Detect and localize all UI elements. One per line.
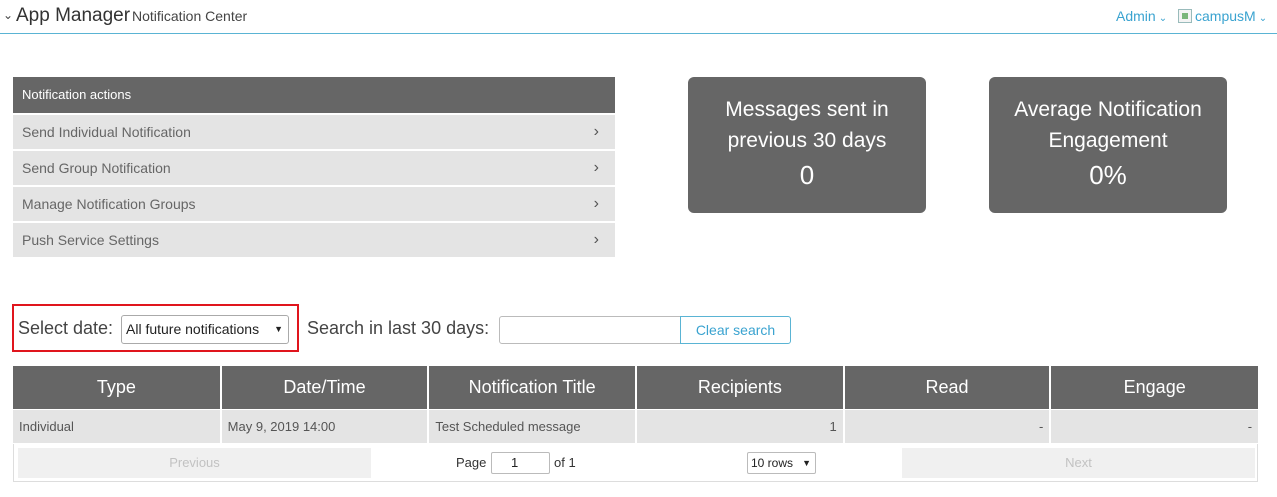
admin-label: Admin (1116, 8, 1156, 24)
table-row[interactable]: Individual May 9, 2019 14:00 Test Schedu… (13, 410, 1259, 443)
column-header-engage[interactable]: Engage (1051, 366, 1259, 409)
top-bar: ⌄ App Manager Notification Center Admin ⌄… (0, 0, 1277, 34)
cell-type: Individual (13, 410, 220, 443)
stat-label-line2: Engagement (1048, 129, 1168, 152)
campus-label: campusM (1195, 8, 1256, 24)
chevron-right-icon: › (593, 231, 599, 248)
broken-image-icon (1178, 9, 1192, 23)
cell-datetime: May 9, 2019 14:00 (221, 410, 428, 443)
stat-label: Messages sent in previous 30 days (688, 94, 926, 156)
page-subtitle: Notification Center (132, 8, 248, 24)
campus-menu[interactable]: campusM ⌄ (1178, 8, 1267, 24)
cell-engage: - (1051, 410, 1259, 443)
chevron-down-icon: ⌄ (1258, 13, 1268, 24)
chevron-right-icon: › (593, 159, 599, 176)
table-header: Type Date/Time Notification Title Recipi… (13, 366, 1259, 409)
action-label: Push Service Settings (22, 232, 159, 248)
app-title[interactable]: App Manager (16, 5, 130, 27)
notification-actions-heading: Notification actions (13, 77, 615, 113)
select-date-value: All future notifications (126, 321, 260, 337)
previous-button[interactable]: Previous (18, 448, 371, 478)
notifications-table: Type Date/Time Notification Title Recipi… (13, 366, 1259, 443)
search-input[interactable] (499, 316, 681, 344)
chevron-right-icon: › (593, 123, 599, 140)
chevron-down-icon: ⌄ (1158, 13, 1168, 24)
pagination-bar: Previous Page 1 of 1 10 rows ▼ Next (13, 444, 1258, 482)
stat-label-line2: previous 30 days (727, 129, 887, 152)
select-date-label: Select date: (18, 318, 114, 338)
chevron-right-icon: › (593, 195, 599, 212)
stat-label-line1: Average Notification (1014, 98, 1202, 121)
average-engagement-stat: Average Notification Engagement 0% (989, 77, 1227, 213)
notification-actions-panel: Notification actions Send Individual Not… (13, 77, 615, 257)
caret-down-icon: ▼ (802, 458, 811, 468)
column-header-read[interactable]: Read (844, 366, 1050, 409)
column-header-recipients[interactable]: Recipients (637, 366, 843, 409)
next-button[interactable]: Next (902, 448, 1255, 478)
send-group-notification-item[interactable]: Send Group Notification › (13, 151, 615, 185)
stat-value: 0 (799, 160, 815, 190)
cell-title: Test Scheduled message (429, 410, 636, 443)
page-number-input[interactable]: 1 (491, 452, 550, 474)
caret-down-icon: ▼ (274, 324, 283, 334)
push-service-settings-item[interactable]: Push Service Settings › (13, 223, 615, 257)
chevron-down-icon[interactable]: ⌄ (3, 8, 13, 22)
stat-value: 0% (1089, 160, 1127, 190)
stat-label-line1: Messages sent in (725, 98, 889, 121)
column-header-datetime[interactable]: Date/Time (221, 366, 428, 409)
send-individual-notification-item[interactable]: Send Individual Notification › (13, 115, 615, 149)
admin-menu[interactable]: Admin ⌄ (1116, 8, 1167, 24)
action-label: Send Individual Notification (22, 124, 191, 140)
search-label: Search in last 30 days: (307, 318, 490, 338)
page-count-label: of 1 (554, 455, 576, 470)
manage-notification-groups-item[interactable]: Manage Notification Groups › (13, 187, 615, 221)
clear-search-button[interactable]: Clear search (680, 316, 791, 344)
action-label: Manage Notification Groups (22, 196, 196, 212)
stat-label: Average Notification Engagement (989, 94, 1227, 156)
column-header-title[interactable]: Notification Title (429, 366, 636, 409)
rows-per-page-value: 10 rows (751, 456, 794, 470)
cell-read: - (844, 410, 1050, 443)
select-date-dropdown[interactable]: All future notifications ▼ (121, 315, 289, 344)
column-header-type[interactable]: Type (13, 366, 220, 409)
messages-sent-stat: Messages sent in previous 30 days 0 (688, 77, 926, 213)
page-label: Page (456, 455, 487, 470)
rows-per-page-select[interactable]: 10 rows ▼ (747, 452, 816, 474)
action-label: Send Group Notification (22, 160, 171, 176)
cell-recipients: 1 (637, 410, 843, 443)
